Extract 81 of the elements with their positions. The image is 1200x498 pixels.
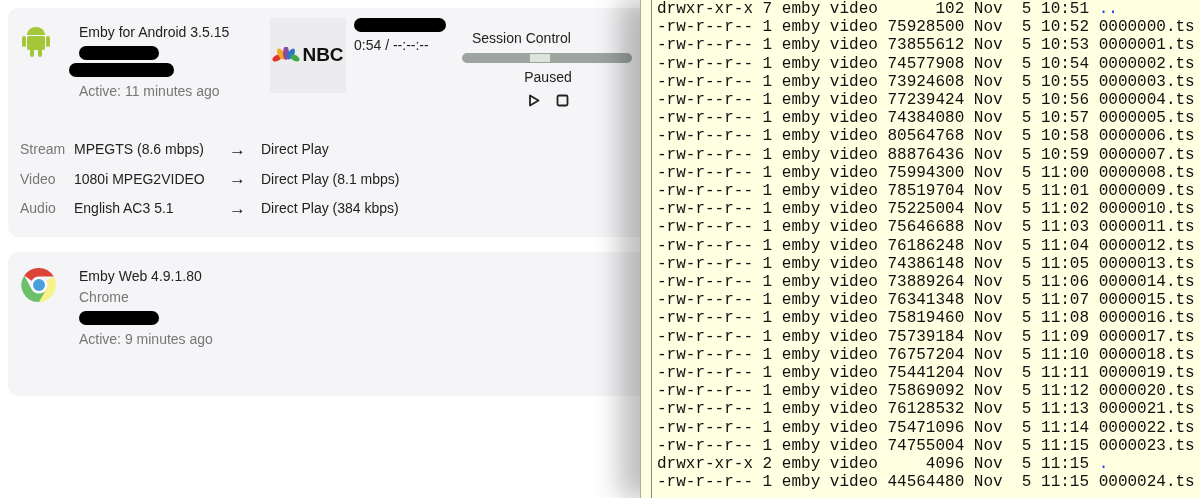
file-name: 0000009.ts <box>1098 182 1195 201</box>
slider-thumb[interactable] <box>530 54 551 62</box>
file-name: 0000003.ts <box>1098 72 1195 91</box>
file-name: 0000007.ts <box>1098 145 1195 164</box>
listing-entry: -rw-r--r-- 1 emby video 75225004 Nov 5 11:02 <box>657 200 1090 219</box>
arrow-glyph: → <box>229 139 246 159</box>
file-name: 0000017.ts <box>1098 327 1195 346</box>
file-name: 0000002.ts <box>1098 54 1195 73</box>
source-format: English AC3 5.1 <box>74 200 174 217</box>
stream-label: Audio <box>20 199 57 219</box>
playback-method: Direct Play (384 kbps) <box>261 200 399 217</box>
file-name: 0000024.ts <box>1098 473 1195 492</box>
directory-name: . <box>1098 455 1109 474</box>
listing-entry: -rw-r--r-- 1 emby video 75994300 Nov 5 11:00 <box>657 163 1090 183</box>
file-name: 0000004.ts <box>1098 91 1195 110</box>
listing-entry: -rw-r--r-- 1 emby video 74386148 Nov 5 11:05 <box>657 254 1090 274</box>
listing-entry: -rw-r--r-- 1 emby video 73855612 Nov 5 10:53 <box>657 36 1090 55</box>
play-button[interactable] <box>527 92 540 107</box>
listing-entry: -rw-r--r-- 1 emby video 88876436 Nov 5 10:59 <box>657 145 1090 164</box>
file-name: 0000012.ts <box>1098 236 1195 255</box>
seek-slider[interactable] <box>462 53 632 63</box>
peacock-icon <box>272 46 301 65</box>
arrow-glyph: → <box>229 198 246 218</box>
listing-entry: -rw-r--r-- 1 emby video 78519704 Nov 5 11:01 <box>657 182 1090 201</box>
listing-entry: drwxr-xr-x 7 emby video 102 Nov 5 10:51 <box>657 0 1090 19</box>
client-name: Chrome <box>79 288 130 308</box>
file-name: 0000016.ts <box>1098 309 1195 328</box>
listing-entry: -rw-r--r-- 1 emby video 74755004 Nov 5 11:15 <box>657 436 1090 456</box>
listing-entry: -rw-r--r-- 1 emby video 75819460 Nov 5 11:08 <box>657 309 1090 328</box>
playback-state: Paused <box>523 68 573 87</box>
app-name: Emby for Android 3.5.15 <box>79 23 231 42</box>
playback-time: 0:54 / --:--:-- <box>354 36 430 55</box>
listing-entry: -rw-r--r-- 1 emby video 76757204 Nov 5 11:10 <box>657 345 1090 365</box>
listing-entry: -rw-r--r-- 1 emby video 74384080 Nov 5 10:57 <box>657 109 1090 128</box>
file-name: 0000018.ts <box>1098 345 1195 365</box>
file-name: 0000011.ts <box>1098 218 1195 237</box>
file-name: 0000001.ts <box>1098 36 1195 55</box>
listing-entry: -rw-r--r-- 1 emby video 75928500 Nov 5 10:52 <box>657 18 1090 37</box>
listing-entry: -rw-r--r-- 1 emby video 77239424 Nov 5 10:56 <box>657 91 1090 110</box>
file-name: 0000020.ts <box>1098 382 1195 401</box>
app-name: Emby Web 4.9.1.80 <box>79 267 203 287</box>
file-name: 0000008.ts <box>1098 163 1195 183</box>
listing-entry: -rw-r--r-- 1 emby video 75441204 Nov 5 11:11 <box>657 364 1090 383</box>
listing-entry: -rw-r--r-- 1 emby video 75739184 Nov 5 11:09 <box>657 327 1090 346</box>
file-name: 0000022.ts <box>1098 418 1195 437</box>
file-name: 0000021.ts <box>1098 400 1195 419</box>
listing-entry: -rw-r--r-- 1 emby video 74577908 Nov 5 10:54 <box>657 54 1090 73</box>
active-time: Active: 11 minutes ago <box>79 82 221 101</box>
arrow-glyph: → <box>229 169 246 189</box>
listing-entry: -rw-r--r-- 1 emby video 76128532 Nov 5 11:13 <box>657 400 1090 419</box>
listing-entry: -rw-r--r-- 1 emby video 76186248 Nov 5 11:04 <box>657 236 1090 255</box>
file-name: 0000005.ts <box>1098 109 1195 128</box>
file-name: 0000000.ts <box>1098 18 1195 37</box>
chrome-icon <box>20 266 58 305</box>
listing-entry: -rw-r--r-- 1 emby video 73889264 Nov 5 11:06 <box>657 273 1090 292</box>
file-name: 0000015.ts <box>1098 291 1195 310</box>
control-title: Session Control <box>471 29 572 48</box>
logo-text: NBC <box>302 43 344 68</box>
listing-entry: -rw-r--r-- 1 emby video 76341348 Nov 5 11:07 <box>657 291 1090 310</box>
file-name: 0000013.ts <box>1098 254 1195 274</box>
listing-entry: -rw-r--r-- 1 emby video 75471096 Nov 5 11:14 <box>657 418 1090 437</box>
source-format: 1080i MPEG2VIDEO <box>74 170 205 187</box>
file-name: 0000010.ts <box>1098 200 1195 219</box>
source-format: MPEGTS (8.6 mbps) <box>74 141 204 158</box>
stop-button[interactable] <box>555 92 569 107</box>
stream-label: Stream <box>20 140 67 160</box>
directory-name: .. <box>1098 0 1118 19</box>
listing-entry: -rw-r--r-- 1 emby video 75646688 Nov 5 11:03 <box>657 218 1090 237</box>
listing-entry: -rw-r--r-- 1 emby video 80564768 Nov 5 10:58 <box>657 127 1090 146</box>
listing-entry: -rw-r--r-- 1 emby video 73924608 Nov 5 10:55 <box>657 72 1090 91</box>
file-name: 0000019.ts <box>1098 364 1195 383</box>
stream-label: Video <box>20 169 57 189</box>
active-time: Active: 9 minutes ago <box>79 330 214 350</box>
file-name: 0000023.ts <box>1098 436 1195 456</box>
file-name: 0000006.ts <box>1098 127 1195 146</box>
file-name: 0000014.ts <box>1098 273 1195 292</box>
playback-method: Direct Play (8.1 mbps) <box>261 170 400 187</box>
listing-entry: -rw-r--r-- 1 emby video 44564480 Nov 5 11:15 <box>657 473 1090 492</box>
playback-method: Direct Play <box>261 141 329 158</box>
listing-entry: -rw-r--r-- 1 emby video 75869092 Nov 5 11:12 <box>657 382 1090 401</box>
listing-entry: drwxr-xr-x 2 emby video 4096 Nov 5 11:15 <box>657 455 1090 474</box>
